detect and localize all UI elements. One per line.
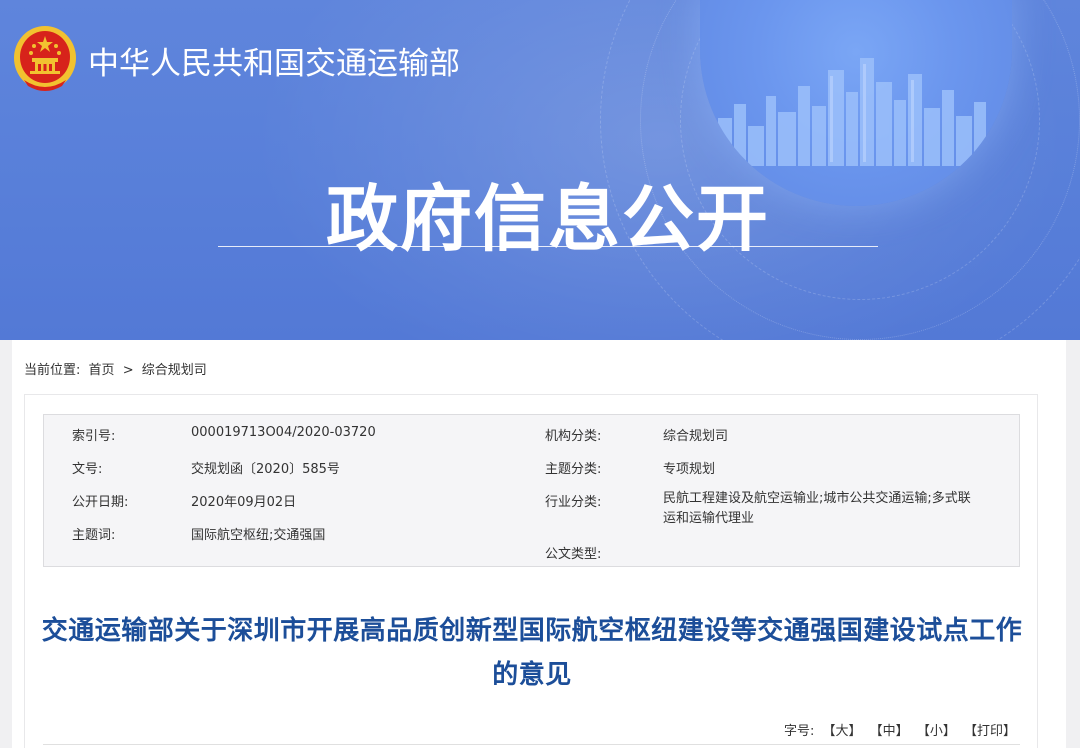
ministry-name[interactable]: 中华人民共和国交通运输部 [88, 38, 460, 83]
header-banner: 中华人民共和国交通运输部 政府信息公开 [0, 0, 1080, 340]
doc-no-label: 文号: [72, 462, 103, 477]
index-no-label: 索引号: [72, 429, 116, 444]
banner-title-underline [218, 246, 878, 247]
banner-title: 政府信息公开 [325, 177, 770, 261]
document-title: 交通运输部关于深圳市开展高品质创新型国际航空枢纽建设等交通强国建设试点工作的意见 [41, 616, 1023, 690]
industry-label: 行业分类: [545, 495, 602, 510]
document-metadata-table: 索引号: 000019713O04/2020-03720 文号: 交规划函〔20… [43, 414, 1020, 567]
pub-date-value: 2020年09月02日 [191, 495, 297, 510]
breadcrumb: 当前位置: 首页 > 综合规划司 [24, 359, 211, 378]
keywords-value: 国际航空枢纽;交通强国 [191, 528, 326, 543]
breadcrumb-current-link[interactable]: 综合规划司 [142, 363, 207, 378]
breadcrumb-label: 当前位置: [24, 363, 81, 378]
breadcrumb-home-link[interactable]: 首页 [89, 363, 115, 378]
print-button[interactable]: 【打印】 [964, 724, 1016, 739]
font-medium-button[interactable]: 【中】 [870, 724, 909, 739]
font-small-button[interactable]: 【小】 [917, 724, 956, 739]
org-value: 综合规划司 [663, 429, 729, 444]
breadcrumb-separator: > [122, 363, 134, 378]
topic-value: 专项规划 [663, 462, 716, 477]
doctype-label: 公文类型: [545, 547, 602, 562]
font-large-button[interactable]: 【大】 [823, 724, 862, 739]
font-size-label: 字号: [783, 724, 815, 739]
divider [43, 744, 1020, 745]
topic-label: 主题分类: [545, 462, 602, 477]
keywords-label: 主题词: [72, 528, 116, 543]
industry-value: 民航工程建设及航空运输业;城市公共交通运输;多式联运和运输代理业 [663, 491, 971, 526]
pub-date-label: 公开日期: [72, 495, 129, 510]
doc-no-value: 交规划函〔2020〕585号 [191, 462, 340, 477]
org-label: 机构分类: [545, 429, 602, 444]
index-no-value: 000019713O04/2020-03720 [191, 425, 376, 440]
skyline-icon [718, 58, 986, 166]
font-size-controls: 字号: 【大】 【中】 【小】 【打印】 [784, 720, 1016, 739]
national-emblem-icon [14, 26, 76, 91]
